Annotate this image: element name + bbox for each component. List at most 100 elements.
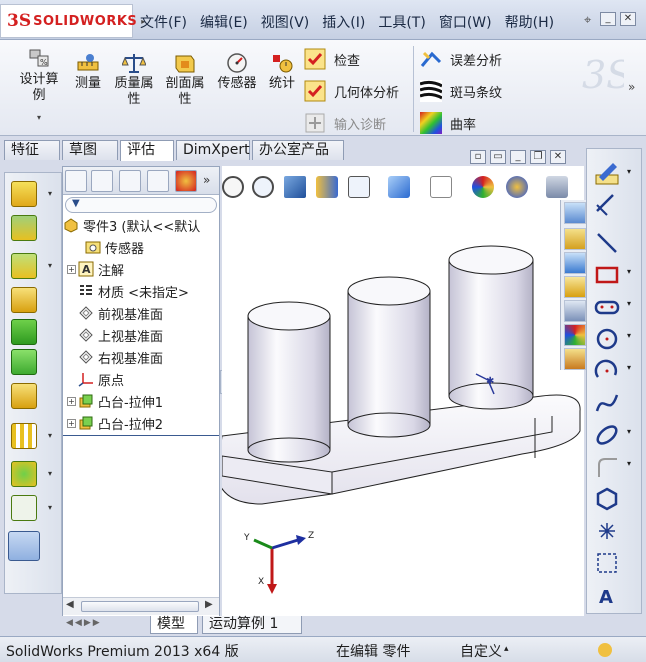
chevron-down-icon[interactable]: ▾ bbox=[48, 261, 52, 270]
revolved-boss-icon[interactable] bbox=[11, 215, 37, 241]
viewport-split-icon[interactable]: ▭ bbox=[490, 150, 506, 164]
lofted-boss-icon[interactable] bbox=[11, 287, 37, 313]
chevron-down-icon[interactable]: ▾ bbox=[627, 427, 631, 436]
menu-window[interactable]: 窗口(W) bbox=[439, 12, 492, 32]
chevron-down-icon[interactable]: ▾ bbox=[627, 331, 631, 340]
circle-icon[interactable] bbox=[593, 325, 621, 353]
status-custom[interactable]: 自定义 bbox=[460, 641, 502, 661]
extruded-boss-icon[interactable] bbox=[11, 181, 37, 207]
tab-model[interactable]: 模型 bbox=[150, 616, 198, 634]
file-explorer-icon[interactable] bbox=[564, 276, 586, 298]
mass-properties-button[interactable]: 质量属 性 bbox=[110, 52, 158, 108]
smart-dimension-icon[interactable] bbox=[593, 191, 621, 219]
chamfer-icon[interactable] bbox=[11, 349, 37, 375]
chevron-down-icon[interactable]: ▾ bbox=[48, 469, 52, 478]
tab-evaluate[interactable]: 评估 bbox=[120, 140, 174, 161]
ribbon-overflow-icon[interactable]: » bbox=[628, 80, 635, 94]
construction-geometry-icon[interactable] bbox=[593, 549, 621, 577]
dimxpert-manager-tab-icon[interactable] bbox=[147, 170, 169, 192]
scroll-right-icon[interactable]: ▶ bbox=[205, 599, 213, 610]
chevron-down-icon[interactable]: ▾ bbox=[627, 299, 631, 308]
tree-root-part[interactable]: 零件3 (默认<<默认 bbox=[63, 215, 200, 235]
horizontal-scrollbar[interactable]: ◀ ▶ bbox=[63, 597, 219, 615]
design-study-button[interactable]: % 设计算 例 ▾ bbox=[12, 48, 66, 126]
slot-icon[interactable] bbox=[593, 293, 621, 321]
zoom-to-fit-icon[interactable] bbox=[222, 176, 244, 198]
polygon-icon[interactable] bbox=[593, 485, 621, 513]
viewport-minimize-button[interactable]: _ bbox=[510, 150, 526, 164]
point-icon[interactable] bbox=[593, 517, 621, 545]
sketch-icon[interactable] bbox=[593, 159, 621, 187]
sketch-text-icon[interactable]: A bbox=[593, 581, 621, 609]
linear-pattern-icon[interactable] bbox=[11, 423, 37, 449]
minimize-button[interactable]: _ bbox=[600, 12, 616, 26]
close-button[interactable]: ✕ bbox=[620, 12, 636, 26]
view-palette-icon[interactable] bbox=[564, 300, 586, 322]
tree-item[interactable]: + 凸台-拉伸2 bbox=[67, 413, 163, 433]
tree-item[interactable]: + A 注解 bbox=[67, 259, 124, 279]
tree-item[interactable]: 原点 bbox=[78, 369, 124, 389]
appearances-icon[interactable] bbox=[564, 324, 586, 346]
arc-icon[interactable] bbox=[593, 357, 621, 385]
feature-filter-input[interactable]: ▼ bbox=[65, 197, 217, 213]
part-model[interactable]: ✱ bbox=[222, 236, 584, 536]
section-properties-button[interactable]: 剖面属 性 bbox=[160, 52, 210, 108]
pin-icon[interactable]: ⌖ bbox=[584, 13, 591, 28]
expand-icon[interactable]: + bbox=[67, 396, 76, 406]
tabs-overflow-icon[interactable]: » bbox=[203, 173, 210, 187]
expand-icon[interactable]: + bbox=[67, 418, 76, 428]
chevron-down-icon[interactable]: ▾ bbox=[627, 267, 631, 276]
tab-motion-study-1[interactable]: 运动算例 1 bbox=[202, 616, 302, 634]
tree-item[interactable]: 右视基准面 bbox=[78, 347, 163, 367]
chevron-down-icon[interactable]: ▾ bbox=[48, 431, 52, 440]
scroll-left-icon[interactable]: ◀ bbox=[66, 599, 74, 610]
spline-icon[interactable] bbox=[593, 389, 621, 417]
hide-show-items-icon[interactable] bbox=[430, 176, 452, 198]
chevron-up-icon[interactable]: ▴ bbox=[504, 644, 509, 654]
viewport-restore-button[interactable]: ❐ bbox=[530, 150, 546, 164]
viewport-tile-icon[interactable]: ▫ bbox=[470, 150, 486, 164]
menu-file[interactable]: 文件(F) bbox=[140, 12, 187, 32]
configuration-manager-tab-icon[interactable] bbox=[119, 170, 141, 192]
ellipse-icon[interactable] bbox=[593, 421, 621, 449]
chevron-down-icon[interactable]: ▾ bbox=[12, 110, 66, 126]
feature-tree-tab-icon[interactable] bbox=[65, 170, 87, 192]
hole-wizard-icon[interactable] bbox=[11, 383, 37, 409]
scroll-thumb[interactable] bbox=[81, 601, 199, 612]
section-view-icon[interactable] bbox=[316, 176, 338, 198]
fillet-icon[interactable] bbox=[11, 319, 37, 345]
menu-edit[interactable]: 编辑(E) bbox=[200, 12, 248, 32]
curves-icon[interactable] bbox=[11, 495, 37, 521]
help-icon[interactable] bbox=[598, 643, 612, 657]
tab-dimxpert[interactable]: DimXpert bbox=[176, 140, 250, 160]
design-library-icon[interactable] bbox=[564, 252, 586, 274]
menu-tools[interactable]: 工具(T) bbox=[378, 12, 425, 32]
display-manager-tab-icon[interactable] bbox=[175, 170, 197, 192]
tree-item[interactable]: + 凸台-拉伸1 bbox=[67, 391, 163, 411]
solidworks-resources-icon[interactable] bbox=[564, 202, 586, 224]
tree-item[interactable]: 传感器 bbox=[85, 237, 144, 257]
instant3d-icon[interactable] bbox=[8, 531, 40, 561]
menu-view[interactable]: 视图(V) bbox=[261, 12, 310, 32]
rollback-bar[interactable] bbox=[63, 435, 219, 436]
apply-scene-icon[interactable] bbox=[506, 176, 528, 198]
sensor-button[interactable]: 传感器 bbox=[212, 52, 262, 92]
property-manager-tab-icon[interactable] bbox=[91, 170, 113, 192]
tree-item[interactable]: 上视基准面 bbox=[78, 325, 163, 345]
menu-help[interactable]: 帮助(H) bbox=[505, 12, 554, 32]
tab-features[interactable]: 特征 bbox=[4, 140, 60, 160]
measure-button[interactable]: 测量 bbox=[70, 52, 106, 92]
zoom-to-area-icon[interactable] bbox=[252, 176, 274, 198]
display-style-icon[interactable] bbox=[388, 176, 410, 198]
view-settings-icon[interactable] bbox=[546, 176, 568, 198]
tab-office-products[interactable]: 办公室产品 bbox=[252, 140, 344, 160]
viewport-close-button[interactable]: ✕ bbox=[550, 150, 566, 164]
view-orientation-icon[interactable] bbox=[348, 176, 370, 198]
rectangle-icon[interactable] bbox=[593, 261, 621, 289]
edit-appearance-icon[interactable] bbox=[472, 176, 494, 198]
home-icon[interactable] bbox=[564, 228, 586, 250]
chevron-down-icon[interactable]: ▾ bbox=[627, 363, 631, 372]
custom-properties-icon[interactable] bbox=[564, 348, 586, 370]
graphics-viewport[interactable]: ▫ ▭ _ ❐ ✕ ✱ Y Z X bbox=[222, 150, 584, 616]
expand-icon[interactable]: + bbox=[67, 264, 76, 274]
